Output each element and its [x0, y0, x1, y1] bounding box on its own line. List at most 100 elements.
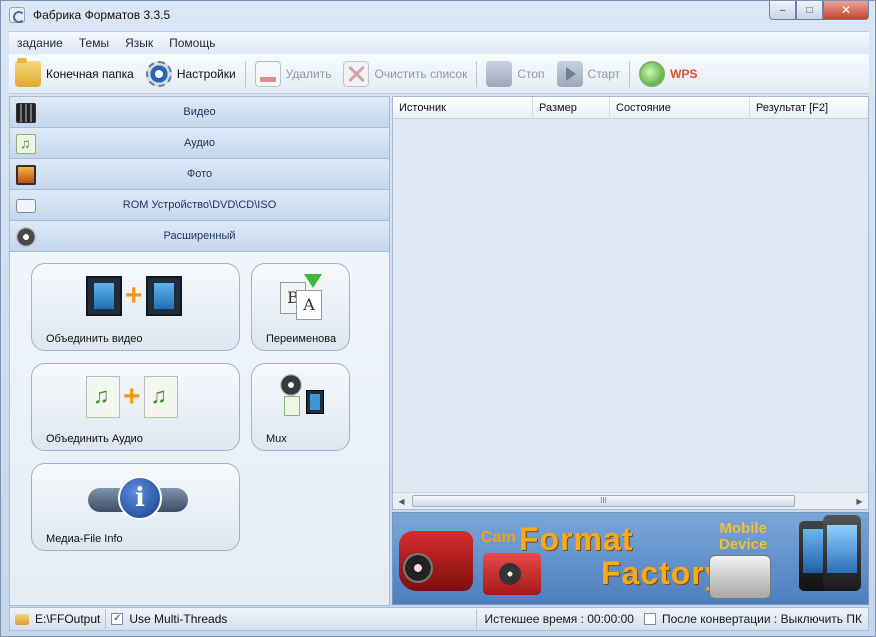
- category-photo[interactable]: Фото: [10, 159, 389, 190]
- plus-icon: +: [125, 279, 143, 312]
- film-reel-icon: [16, 227, 36, 247]
- music-note-icon: [86, 376, 120, 418]
- plus-icon: +: [123, 380, 141, 413]
- mux-icon: [280, 374, 326, 420]
- stop-icon: [486, 60, 513, 87]
- media-info-art: i: [88, 476, 188, 526]
- mux-label: Mux: [266, 433, 287, 445]
- title-bar[interactable]: Фабрика Форматов 3.3.5 – □ ✕: [1, 1, 875, 29]
- menu-language[interactable]: Язык: [117, 36, 161, 50]
- multithreads-label: Use Multi-Threads: [129, 612, 228, 626]
- wps-globe-icon: [639, 60, 666, 87]
- pda-icon: [709, 555, 771, 599]
- join-audio-label: Объединить Аудио: [46, 433, 143, 445]
- elapsed-time: Истекшее время : 00:00:00: [484, 612, 634, 626]
- minimize-button[interactable]: –: [769, 1, 796, 20]
- scroll-thumb[interactable]: III: [412, 495, 795, 507]
- output-path-segment[interactable]: E:\FFOutput: [10, 609, 107, 629]
- media-info-tile[interactable]: i Медиа-File Info: [31, 463, 240, 551]
- delete-label: Удалить: [285, 66, 332, 81]
- status-right: Истекшее время : 00:00:00 После конверта…: [475, 609, 868, 629]
- category-panel: Видео Аудио Фото ROM Устройство\DVD\CD\I…: [9, 96, 390, 606]
- category-video[interactable]: Видео: [10, 97, 389, 128]
- after-convert-checkbox[interactable]: [643, 613, 656, 625]
- gear-icon: [145, 60, 172, 87]
- rom-icon: [16, 199, 36, 213]
- category-label: Аудио: [183, 137, 216, 149]
- join-audio-tile[interactable]: + Объединить Аудио: [31, 363, 240, 451]
- output-folder-label: Конечная папка: [46, 66, 134, 81]
- maximize-button[interactable]: □: [796, 1, 823, 20]
- format-factory-banner: Cam Format Factory Mobile Device: [392, 512, 869, 605]
- horizontal-scrollbar[interactable]: ◀ III ▶: [393, 492, 868, 509]
- category-label: ROM Устройство\DVD\CD\ISO: [122, 199, 277, 211]
- photo-icon: [16, 165, 36, 185]
- camera-icon: [483, 553, 541, 595]
- music-note-icon: [143, 376, 178, 418]
- window-title: Фабрика Форматов 3.3.5: [33, 8, 171, 22]
- banner-brand-format: Format: [519, 521, 634, 557]
- column-size[interactable]: Размер: [533, 97, 610, 119]
- menu-task[interactable]: задание: [9, 36, 71, 50]
- mux-art: [280, 374, 326, 420]
- rename-tile[interactable]: BA Переименова: [251, 263, 350, 351]
- join-audio-art: +: [86, 376, 178, 418]
- info-icon: i: [88, 476, 188, 526]
- settings-button[interactable]: Настройки: [140, 58, 242, 90]
- toolbar: Конечная папка Настройки Удалить Очистит…: [9, 54, 869, 94]
- banner-mobile-text: Mobile Device: [719, 521, 767, 553]
- start-button[interactable]: Старт: [551, 58, 627, 90]
- menu-bar: задание Темы Язык Помощь: [9, 31, 869, 53]
- delete-button[interactable]: Удалить: [249, 58, 338, 90]
- video-icon: [16, 103, 36, 123]
- toolbar-separator: [629, 60, 631, 87]
- audio-icon: [16, 134, 36, 154]
- status-bar: E:\FFOutput ✓ Use Multi-Threads Истекшее…: [9, 607, 869, 631]
- menu-help[interactable]: Помощь: [161, 36, 223, 50]
- menu-themes[interactable]: Темы: [71, 36, 117, 50]
- toolbar-separator: [476, 60, 478, 87]
- scroll-left-arrow-icon[interactable]: ◀: [393, 493, 410, 509]
- banner-brand-factory: Factory: [601, 555, 724, 591]
- file-list-panel[interactable]: Источник Размер Состояние Результат [F2]…: [392, 96, 869, 510]
- output-path: E:\FFOutput: [35, 612, 101, 626]
- category-advanced[interactable]: Расширенный: [10, 221, 389, 252]
- film-icon: [145, 276, 182, 316]
- wps-label: WPS: [670, 66, 698, 81]
- mux-tile[interactable]: Mux: [251, 363, 350, 451]
- column-source[interactable]: Источник: [393, 97, 533, 119]
- clear-list-button[interactable]: Очистить список: [337, 58, 473, 90]
- banner-cam-text: Cam: [481, 529, 516, 546]
- column-result[interactable]: Результат [F2]: [750, 97, 868, 119]
- close-button[interactable]: ✕: [823, 1, 869, 20]
- category-label: Фото: [186, 168, 213, 180]
- banner-mobile-line1: Mobile: [719, 520, 767, 537]
- multithreads-segment: ✓ Use Multi-Threads: [106, 609, 232, 629]
- stop-button[interactable]: Стоп: [480, 58, 550, 90]
- film-icon: [86, 276, 122, 316]
- list-header: Источник Размер Состояние Результат [F2]: [393, 97, 868, 119]
- category-rom[interactable]: ROM Устройство\DVD\CD\ISO: [10, 190, 389, 221]
- output-folder-button[interactable]: Конечная папка: [9, 57, 140, 90]
- smartphone-icon: [823, 515, 861, 591]
- join-video-art: +: [86, 276, 182, 316]
- category-label: Видео: [183, 106, 216, 118]
- app-icon[interactable]: [9, 7, 25, 23]
- multithreads-checkbox[interactable]: ✓: [111, 613, 124, 625]
- scroll-right-arrow-icon[interactable]: ▶: [851, 493, 868, 509]
- toolbar-separator: [244, 60, 246, 87]
- clear-x-icon: [343, 60, 370, 87]
- column-status[interactable]: Состояние: [610, 97, 750, 119]
- join-video-tile[interactable]: + Объединить видео: [31, 263, 240, 351]
- rename-art: BA: [280, 274, 324, 320]
- join-video-label: Объединить видео: [46, 333, 143, 345]
- wps-button[interactable]: WPS: [633, 58, 703, 90]
- banner-mobile-line2: Device: [719, 536, 768, 553]
- rename-icon: BA: [280, 274, 324, 320]
- folder-icon: [15, 613, 29, 625]
- category-audio[interactable]: Аудио: [10, 128, 389, 159]
- rename-label: Переименова: [266, 333, 337, 345]
- window-controls: – □ ✕: [769, 1, 869, 20]
- after-convert-label: После конвертации : Выключить ПК: [661, 612, 862, 626]
- delete-document-icon: [254, 60, 281, 87]
